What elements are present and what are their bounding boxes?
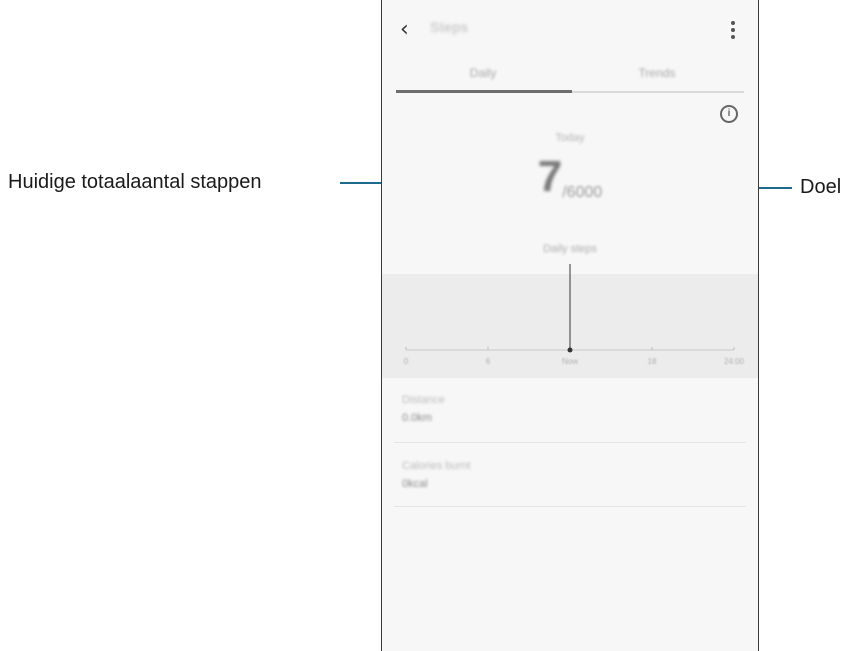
summary-subtitle: Daily steps	[543, 243, 597, 255]
steps-chart: 0 6 Now 18 24:00	[404, 264, 745, 366]
chart-tick-label: Now	[562, 357, 578, 366]
app-bar: ‹ Steps	[382, 0, 758, 62]
stat-distance-label: Distance	[402, 394, 445, 406]
divider	[394, 442, 746, 443]
divider	[394, 506, 746, 507]
chart-tick-label: 0	[404, 357, 409, 366]
stat-calories-label: Calories burnt	[402, 460, 471, 472]
stat-distance: Distance 0.0km	[402, 394, 445, 424]
tab-selected-indicator	[396, 90, 572, 93]
back-arrow-icon[interactable]: ‹	[400, 16, 424, 44]
chart-tick-label: 6	[486, 357, 491, 366]
annotation-current-total-steps: Huidige totaalaantal stappen	[8, 171, 262, 193]
steps-goal: /6000	[562, 184, 603, 201]
manual-illustration: Huidige totaalaantal stappen Doel ‹ Step…	[0, 0, 856, 651]
annotation-goal: Doel	[800, 176, 842, 198]
stat-calories: Calories burnt 0kcal	[402, 460, 470, 490]
more-options-icon[interactable]	[726, 16, 740, 44]
steps-count: 7	[537, 152, 563, 201]
chart-tick-label: 24:00	[724, 357, 745, 366]
stat-calories-value: 0kcal	[402, 478, 428, 490]
phone-screen: ‹ Steps Daily Trends i Today 7/6000 Dail…	[381, 0, 759, 651]
summary-label: Today	[555, 132, 585, 144]
steps-summary: 7/6000	[382, 152, 758, 212]
info-icon[interactable]: i	[720, 105, 738, 123]
stat-distance-value: 0.0km	[402, 412, 432, 424]
current-time-dot	[567, 347, 573, 353]
app-title: Steps	[430, 19, 469, 35]
tab-trends[interactable]: Trends	[570, 62, 744, 94]
chart-tick-label: 18	[648, 357, 657, 366]
